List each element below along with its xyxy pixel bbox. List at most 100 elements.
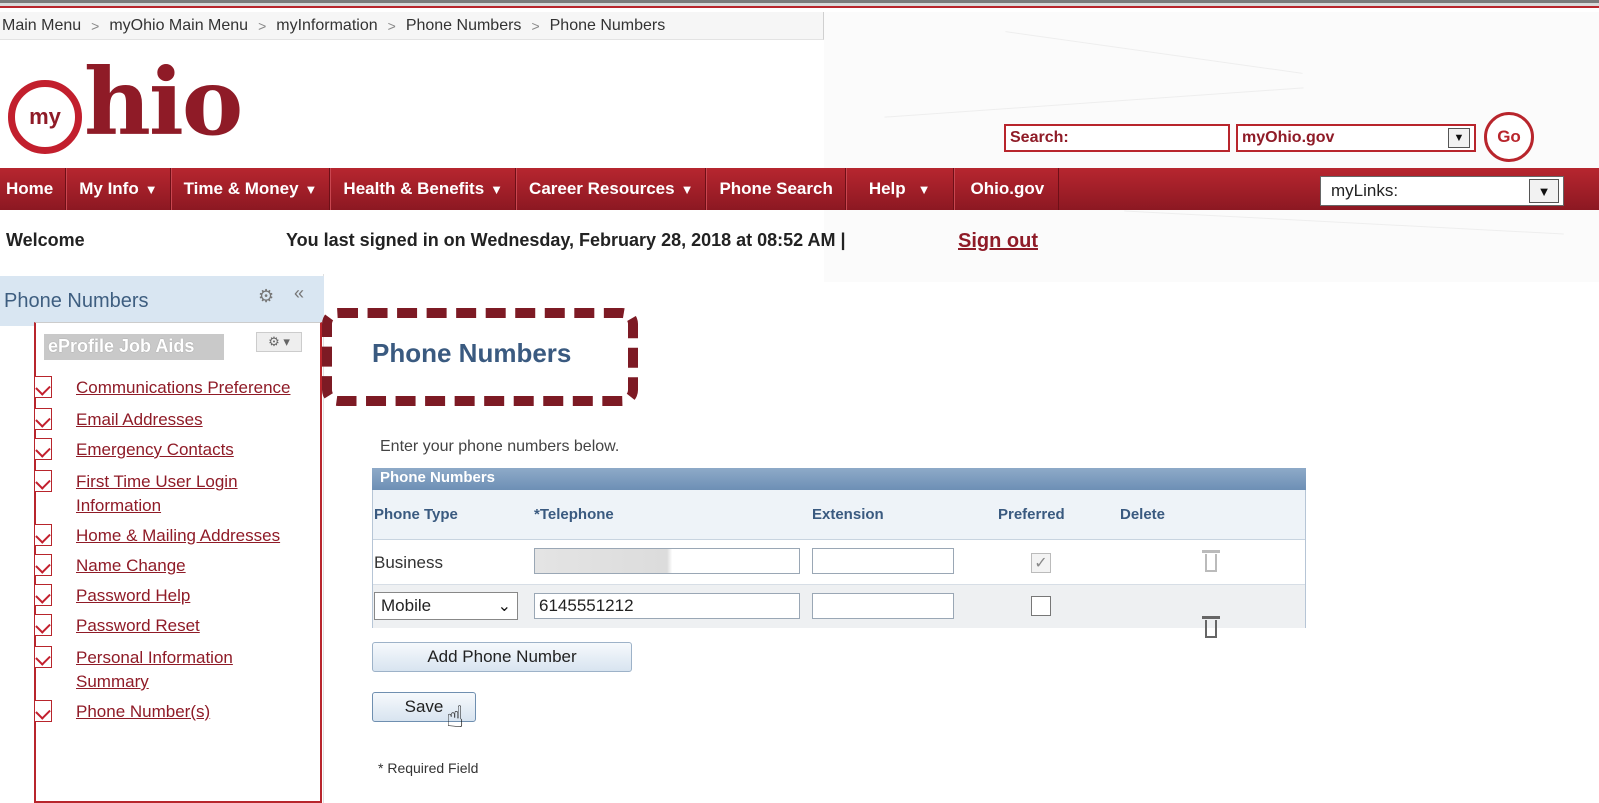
trash-icon[interactable] [1202, 616, 1220, 638]
required-field-note: * Required Field [378, 760, 479, 776]
nav-item-phone-search[interactable]: Phone Search [706, 168, 846, 210]
list-item: Password Reset [34, 614, 200, 638]
nav-item-my-info[interactable]: My Info ▼ [66, 168, 171, 210]
telephone-input-business[interactable] [534, 548, 800, 574]
list-item: Name Change [34, 554, 186, 578]
phone-type-select-mobile[interactable]: Mobile ⌄ [374, 592, 518, 620]
dropdown-triangle-icon: ▼ [490, 181, 504, 197]
column-header-telephone: *Telephone [534, 506, 614, 523]
nav-label: Home [6, 179, 54, 198]
page-title: Phone Numbers [372, 338, 572, 368]
link-name-change[interactable]: Name Change [76, 554, 186, 578]
trash-icon[interactable] [1202, 550, 1220, 572]
nav-label: Health & Benefits [343, 179, 485, 198]
top-border-dark [0, 0, 1599, 3]
search-label: Search: [1010, 129, 1069, 146]
nav-item-time-money[interactable]: Time & Money ▼ [170, 168, 331, 210]
nav-label: Career Resources [529, 179, 675, 198]
breadcrumb-separator: > [531, 17, 540, 34]
list-item: Password Help [34, 584, 190, 608]
nav-label: My Info [79, 179, 139, 198]
nav-label: Time & Money [183, 179, 299, 198]
link-phone-numbers[interactable]: Phone Number(s) [76, 700, 210, 724]
nav-item-ohio-gov[interactable]: Ohio.gov [953, 168, 1060, 210]
list-item: Emergency Contacts [34, 438, 234, 462]
extension-input-mobile[interactable] [812, 593, 954, 619]
dropdown-triangle-icon: ▼ [144, 181, 158, 197]
pdf-icon [34, 408, 52, 430]
breadcrumb-separator: > [387, 17, 396, 34]
column-header-preferred: Preferred [998, 506, 1065, 523]
pdf-icon [34, 524, 52, 546]
gear-icon[interactable]: ⚙ [258, 286, 274, 307]
preferred-checkbox-mobile[interactable] [1031, 596, 1051, 616]
grid-caption-bar [372, 468, 1306, 490]
column-header-extension: Extension [812, 506, 884, 523]
list-item: First Time User Login Information [34, 470, 274, 518]
link-password-reset[interactable]: Password Reset [76, 614, 200, 638]
dropdown-triangle-icon: ▼ [304, 181, 318, 197]
search-input[interactable]: Search: [1004, 124, 1230, 152]
nav-item-help[interactable]: Help ▼ [845, 168, 954, 210]
logo-badge-text: my [29, 104, 61, 129]
search-go-button[interactable]: Go [1484, 112, 1534, 162]
telephone-input-mobile[interactable]: 6145551212 [534, 593, 800, 619]
search-scope-value: myOhio.gov [1242, 129, 1335, 146]
pdf-icon [34, 438, 52, 460]
left-panel-title: Phone Numbers [4, 290, 149, 312]
breadcrumb-item-current: Phone Numbers [549, 16, 666, 34]
list-item: Communications Preference [34, 376, 290, 400]
add-phone-number-button[interactable]: Add Phone Number [372, 642, 632, 672]
list-item: Phone Number(s) [34, 700, 210, 724]
chevron-down-icon: ▼ [1448, 128, 1470, 148]
list-item: Email Addresses [34, 408, 203, 432]
pdf-icon [34, 700, 52, 722]
search-scope-select[interactable]: myOhio.gov ▼ [1236, 124, 1476, 152]
job-aids-menu-button[interactable]: ⚙ ▾ [256, 332, 302, 352]
last-signed-in-text: You last signed in on Wednesday, Februar… [286, 230, 846, 250]
link-first-time-user-login[interactable]: First Time User Login Information [76, 470, 274, 518]
link-email-addresses[interactable]: Email Addresses [76, 408, 203, 432]
pdf-icon [34, 470, 52, 492]
pdf-icon [34, 614, 52, 636]
list-item: Personal Information Summary [34, 646, 264, 694]
nav-label: Help [868, 179, 906, 198]
nav-item-home[interactable]: Home [0, 168, 67, 210]
nav-label: Ohio.gov [970, 179, 1045, 198]
mylinks-select[interactable]: myLinks: ▼ [1320, 176, 1564, 206]
pdf-icon [34, 376, 52, 398]
breadcrumb-item-myinformation[interactable]: myInformation [272, 17, 381, 35]
instructions-text: Enter your phone numbers below. [380, 438, 620, 455]
list-item: Home & Mailing Addresses [34, 524, 280, 548]
preferred-checkbox-business[interactable]: ✓ [1031, 553, 1051, 573]
collapse-icon[interactable]: « [294, 283, 304, 304]
phone-type-value: Mobile [381, 596, 432, 615]
grid-caption: Phone Numbers [380, 469, 496, 486]
breadcrumb-item-myohio-main-menu[interactable]: myOhio Main Menu [105, 17, 252, 35]
pdf-icon [34, 554, 52, 576]
breadcrumb: Main Menu > myOhio Main Menu > myInforma… [0, 12, 824, 40]
link-emergency-contacts[interactable]: Emergency Contacts [76, 438, 234, 462]
chevron-down-icon: ▼ [1529, 179, 1559, 203]
welcome-label: Welcome [6, 230, 85, 250]
link-home-mailing-addresses[interactable]: Home & Mailing Addresses [76, 524, 280, 548]
pdf-icon [34, 646, 52, 668]
breadcrumb-separator: > [258, 17, 267, 34]
myohio-logo-badge[interactable]: my [8, 80, 82, 154]
extension-input-business[interactable] [812, 548, 954, 574]
link-communications-preference[interactable]: Communications Preference [76, 376, 290, 400]
sign-out-link[interactable]: Sign out [958, 230, 1038, 253]
job-aids-title: eProfile Job Aids [44, 334, 224, 360]
breadcrumb-item-phone-numbers[interactable]: Phone Numbers [402, 17, 526, 35]
phone-type-business: Business [374, 553, 443, 572]
dropdown-triangle-icon: ▼ [680, 181, 694, 197]
nav-item-health-benefits[interactable]: Health & Benefits ▼ [330, 168, 517, 210]
breadcrumb-item-main-menu[interactable]: Main Menu [0, 17, 85, 35]
myohio-logo-text[interactable]: hio [84, 56, 243, 148]
chevron-down-icon: ⌄ [497, 598, 511, 615]
pdf-icon [34, 584, 52, 606]
link-personal-information-summary[interactable]: Personal Information Summary [76, 646, 264, 694]
link-password-help[interactable]: Password Help [76, 584, 190, 608]
nav-item-career-resources[interactable]: Career Resources ▼ [516, 168, 707, 210]
nav-label: Phone Search [719, 179, 833, 198]
